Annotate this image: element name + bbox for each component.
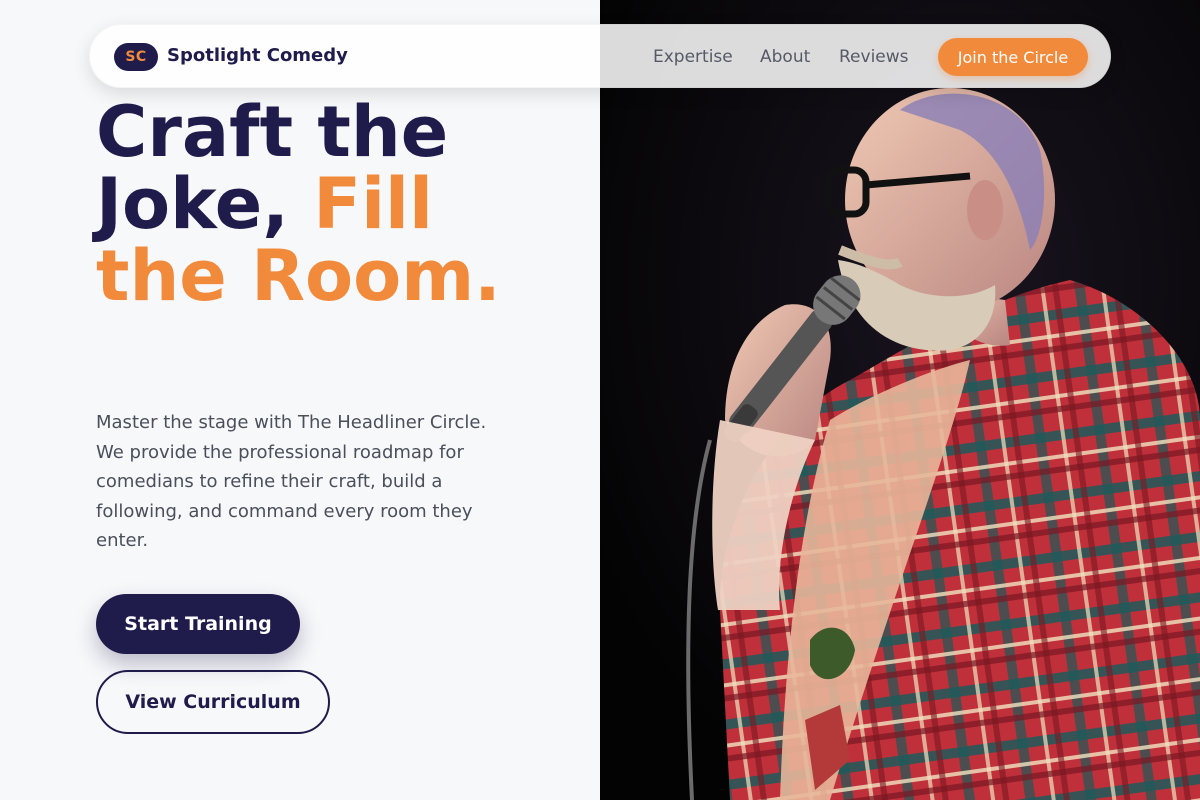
- hero-headline: Craft the Joke, Fill the Room.: [96, 96, 576, 312]
- join-circle-button[interactable]: Join the Circle: [938, 38, 1088, 76]
- comedian-illustration: [600, 0, 1200, 800]
- nav-link-expertise[interactable]: Expertise: [653, 47, 733, 67]
- brand-name[interactable]: Spotlight Comedy: [167, 45, 348, 66]
- brand-logo-badge[interactable]: SC: [114, 43, 158, 71]
- top-navigation: SC Spotlight Comedy Expertise About Revi…: [89, 24, 1111, 88]
- hero-description: Master the stage with The Headliner Circ…: [96, 412, 487, 551]
- nav-link-about[interactable]: About: [760, 47, 810, 67]
- view-curriculum-button[interactable]: View Curriculum: [96, 670, 330, 734]
- start-training-button[interactable]: Start Training: [96, 594, 300, 654]
- nav-link-reviews[interactable]: Reviews: [839, 47, 909, 67]
- hero-photo: keycomedy: [600, 0, 1200, 800]
